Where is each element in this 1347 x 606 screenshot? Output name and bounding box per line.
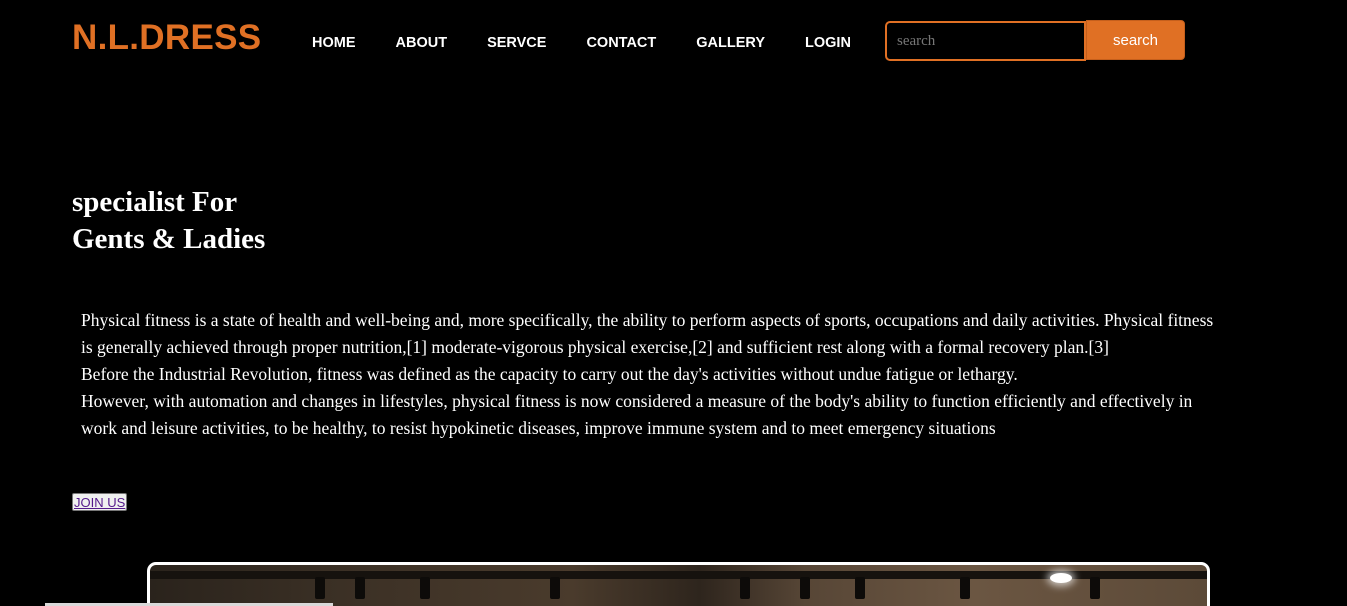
- ceiling-light: [355, 577, 365, 599]
- nav-item-gallery[interactable]: GALLERY: [696, 34, 765, 52]
- hero-title-line-1: specialist For: [72, 186, 238, 218]
- hero-title-line-2: Gents & Ladies: [72, 223, 266, 255]
- nav-item-home[interactable]: HOME: [312, 34, 356, 52]
- ceiling-light: [550, 577, 560, 599]
- intro-paragraph-3: However, with automation and changes in …: [81, 391, 1193, 438]
- intro-text: Physical fitness is a state of health an…: [81, 307, 1221, 442]
- lamp-glow: [1050, 573, 1072, 583]
- nav-item-login[interactable]: LOGIN: [805, 34, 851, 52]
- ceiling-beam: [150, 571, 1207, 579]
- nav-item-contact[interactable]: CONTACT: [586, 34, 656, 52]
- search-button[interactable]: search: [1086, 20, 1185, 60]
- gym-interior-image: [147, 562, 1210, 606]
- ceiling-light: [800, 577, 810, 599]
- hero-title: specialist For Gents & Ladies: [72, 184, 265, 258]
- brand-logo[interactable]: N.L.DRESS: [72, 18, 261, 58]
- navbar: N.L.DRESS HOME ABOUT SERVCE CONTACT GALL…: [0, 0, 1347, 80]
- nav-item-service[interactable]: SERVCE: [487, 34, 546, 52]
- nav-links: HOME ABOUT SERVCE CONTACT GALLERY LOGIN: [292, 34, 871, 52]
- ceiling-light: [960, 577, 970, 599]
- nav-item-about[interactable]: ABOUT: [396, 34, 448, 52]
- ceiling-light: [740, 577, 750, 599]
- ceiling-light: [855, 577, 865, 599]
- search-input[interactable]: [885, 21, 1086, 61]
- ceiling-light: [1090, 577, 1100, 599]
- intro-paragraph-2: Before the Industrial Revolution, fitnes…: [81, 364, 1018, 384]
- intro-paragraph-1: Physical fitness is a state of health an…: [81, 310, 1214, 357]
- ceiling-light: [420, 577, 430, 599]
- ceiling-light: [315, 577, 325, 599]
- join-us-button[interactable]: JOIN US: [72, 493, 128, 511]
